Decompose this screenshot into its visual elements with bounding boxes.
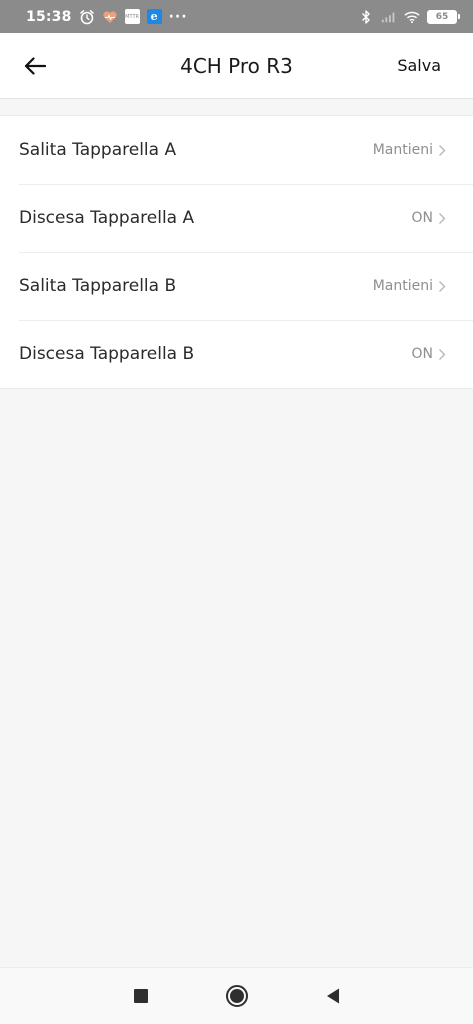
chevron-right-icon xyxy=(437,143,447,157)
home-circle-icon xyxy=(225,984,249,1008)
item-value: Mantieni xyxy=(372,142,433,158)
status-right: 65 xyxy=(358,9,460,25)
item-label: Salita Tapparella B xyxy=(19,276,177,296)
list-item-discesa-b[interactable]: Discesa Tapparella B ON xyxy=(0,320,473,388)
bluetooth-icon xyxy=(358,9,374,25)
item-value-wrap: Mantieni xyxy=(373,142,447,158)
more-dots-icon: ··· xyxy=(168,8,188,25)
status-left: 15:38 MTTR e ··· xyxy=(26,9,188,25)
back-nav-button[interactable] xyxy=(319,982,347,1010)
back-triangle-icon xyxy=(325,987,341,1005)
item-value: Mantieni xyxy=(372,278,433,294)
status-time: 15:38 xyxy=(26,8,72,25)
item-value-wrap: ON xyxy=(412,210,448,226)
item-label: Salita Tapparella A xyxy=(19,140,177,160)
health-heart-icon xyxy=(102,9,118,25)
item-label: Discesa Tapparella A xyxy=(19,208,195,228)
list-item-salita-a[interactable]: Salita Tapparella A Mantieni xyxy=(0,116,473,184)
edge-browser-icon: e xyxy=(146,9,162,24)
back-button[interactable] xyxy=(24,50,64,82)
settings-list: Salita Tapparella A Mantieni Discesa Tap… xyxy=(0,115,473,389)
alarm-icon xyxy=(79,9,95,25)
wifi-icon xyxy=(404,9,420,25)
status-bar: 15:38 MTTR e ··· 65 xyxy=(0,0,473,33)
system-nav-bar xyxy=(0,967,473,1024)
app-badge-icon: MTTR xyxy=(124,9,140,24)
arrow-left-icon xyxy=(24,57,46,75)
item-value: ON xyxy=(411,210,434,226)
save-button[interactable]: Salva xyxy=(397,33,441,99)
chevron-right-icon xyxy=(437,279,447,293)
item-value-wrap: Mantieni xyxy=(373,278,447,294)
signal-icon xyxy=(381,9,397,25)
recents-button[interactable] xyxy=(127,982,155,1010)
item-value: ON xyxy=(411,346,434,362)
home-button[interactable] xyxy=(223,982,251,1010)
list-item-salita-b[interactable]: Salita Tapparella B Mantieni xyxy=(0,252,473,320)
screen: 15:38 MTTR e ··· 65 4CH Pro R3 Salva Sal… xyxy=(0,0,473,1024)
app-header: 4CH Pro R3 Salva xyxy=(0,33,473,99)
chevron-right-icon xyxy=(437,347,447,361)
item-label: Discesa Tapparella B xyxy=(19,344,195,364)
item-value-wrap: ON xyxy=(412,346,448,362)
chevron-right-icon xyxy=(437,211,447,225)
battery-icon: 65 xyxy=(427,9,460,24)
list-item-discesa-a[interactable]: Discesa Tapparella A ON xyxy=(0,184,473,252)
recents-square-icon xyxy=(133,988,149,1004)
